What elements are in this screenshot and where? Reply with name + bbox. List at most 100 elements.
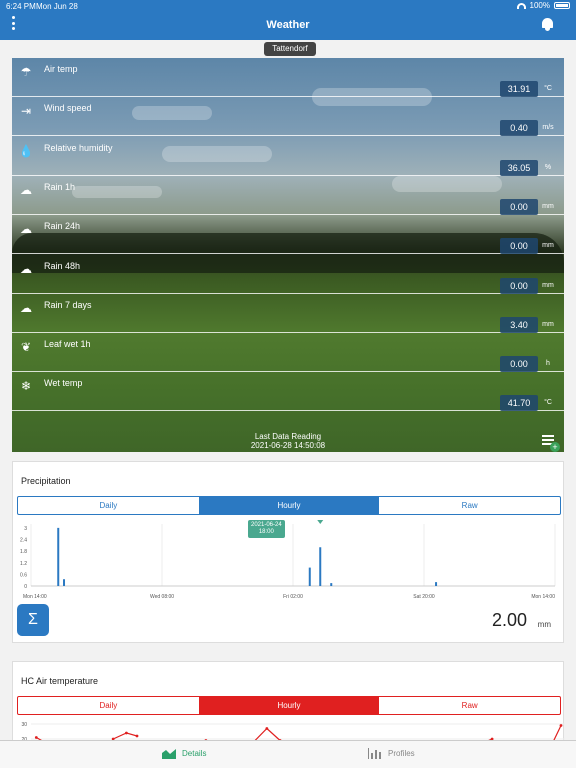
- bottom-tab-bar: Details Profiles: [0, 740, 576, 768]
- y-tick-label: 1.8: [20, 549, 27, 555]
- tooltip-pointer: [317, 520, 324, 524]
- sum-button[interactable]: Σ: [17, 604, 49, 636]
- wifi-icon: [516, 2, 526, 9]
- tab-raw[interactable]: Raw: [379, 697, 560, 714]
- sensor-label: Wind speed: [44, 103, 92, 114]
- precipitation-card: Precipitation Daily Hourly Raw 3 2.4 1.8 1.…: [12, 461, 564, 643]
- precipitation-bar: [330, 583, 333, 586]
- x-tick-label: Wed 08:00: [150, 594, 174, 600]
- rain-cloud-icon: ☁: [20, 300, 32, 315]
- sensor-row[interactable]: ❦ Leaf wet 1h 0.00 h: [12, 333, 564, 373]
- sensor-unit: mm: [542, 320, 554, 328]
- sensor-row[interactable]: ☁ Rain 1h 0.00 mm: [12, 176, 564, 215]
- y-tick-label: 2.4: [20, 538, 27, 544]
- y-tick-label: 0: [24, 584, 27, 590]
- sensor-row[interactable]: 💧 Relative humidity 36.05%: [12, 137, 564, 176]
- tab-details[interactable]: Details: [162, 748, 206, 759]
- app-header: 6:24 PM Mon Jun 28 100% Weather: [0, 0, 576, 40]
- sensor-value: 31.91: [500, 81, 538, 97]
- precipitation-unit: mm: [537, 620, 551, 629]
- y-tick-label: 3: [24, 526, 27, 532]
- precipitation-total: 2.00: [491, 610, 527, 630]
- sensor-unit: mm: [542, 242, 554, 250]
- tab-daily[interactable]: Daily: [18, 697, 199, 714]
- sensor-label: Relative humidity: [44, 142, 113, 153]
- status-date: Mon Jun 28: [36, 2, 78, 11]
- tab-daily[interactable]: Daily: [18, 497, 199, 514]
- sensor-row[interactable]: ☁ Rain 7 days 3.40 mm: [12, 294, 564, 333]
- leaf-icon: ❦: [20, 340, 32, 355]
- sensor-value: 0.00: [500, 356, 538, 373]
- sensor-unit: h: [546, 360, 550, 368]
- temperature-line: [112, 732, 138, 740]
- tab-raw[interactable]: Raw: [379, 497, 560, 514]
- sensor-label: Leaf wet 1h: [44, 339, 91, 350]
- precipitation-bar: [435, 582, 438, 586]
- x-tick-label: Sat 20:00: [413, 594, 435, 600]
- sensor-unit: mm: [542, 281, 554, 289]
- tab-hourly[interactable]: Hourly: [198, 497, 380, 514]
- precipitation-interval-tabs: Daily Hourly Raw: [17, 496, 561, 515]
- sensor-unit: %: [544, 163, 552, 171]
- sensor-label: Rain 1h: [44, 181, 76, 192]
- y-tick-label: 30: [21, 722, 27, 728]
- sensor-label: Air temp: [44, 64, 78, 74]
- add-sensor-icon[interactable]: +: [542, 434, 560, 452]
- wet-temp-icon: ❄: [20, 379, 32, 394]
- sensor-unit: mm: [542, 202, 554, 210]
- sensor-value: 36.05: [500, 159, 538, 176]
- battery-percent: 100%: [529, 1, 550, 10]
- x-tick-label: Fri 02:00: [283, 594, 303, 600]
- sensor-row[interactable]: ⇥ Wind speed 0.40 m/s: [12, 97, 564, 137]
- air-temperature-card: HC Air temperature Daily Hourly Raw 3020: [12, 661, 565, 742]
- y-tick-label: 1.2: [20, 561, 27, 567]
- last-data-reading: Last Data Reading 2021-06-28 14:50:08: [12, 432, 564, 450]
- precipitation-bar: [63, 579, 66, 586]
- bar-chart-icon: [368, 748, 381, 759]
- thermometer-icon: ☂: [20, 65, 32, 79]
- status-time: 6:24 PM: [6, 2, 36, 11]
- tab-hourly[interactable]: Hourly: [198, 697, 380, 714]
- sensor-unit: m/s: [542, 124, 554, 132]
- tooltip-time: 18:00: [258, 529, 274, 535]
- sensor-row[interactable]: ☁ Rain 48h 0.00 mm: [12, 255, 564, 294]
- status-bar: 6:24 PM Mon Jun 28 100%: [0, 0, 576, 12]
- air-temperature-chart[interactable]: 3020: [13, 718, 565, 742]
- tab-profiles-label: Profiles: [388, 749, 415, 758]
- precipitation-title: Precipitation: [21, 476, 71, 486]
- precipitation-chart[interactable]: 3 2.4 1.8 1.2 0.6 0 Mon 14:00 Wed 08:00 Fri 02:0…: [13, 518, 565, 602]
- precipitation-bar: [308, 567, 311, 586]
- sensor-value: 0.00: [500, 238, 538, 255]
- x-tick-label: Mon 14:00: [23, 594, 47, 600]
- bell-icon[interactable]: [541, 17, 554, 31]
- sensor-unit: °C: [544, 85, 552, 92]
- humidity-drop-icon: 💧: [18, 143, 34, 158]
- sensor-value: 3.40: [500, 316, 538, 333]
- air-temp-title: HC Air temperature: [21, 676, 99, 686]
- battery-icon: [554, 2, 570, 9]
- sensor-value: 41.70: [500, 395, 538, 412]
- sensor-label: Wet temp: [44, 378, 83, 389]
- sensor-row[interactable]: ❄ Wet temp 41.70 °C: [12, 372, 564, 412]
- station-name[interactable]: Tattendorf: [264, 42, 316, 56]
- sensor-label: Rain 24h: [44, 221, 81, 232]
- rain-cloud-icon: ☁: [20, 261, 32, 276]
- last-reading-label: Last Data Reading: [254, 432, 322, 441]
- precipitation-bar: [319, 547, 322, 586]
- sensor-row[interactable]: ☁ Rain 24h 0.00 mm: [12, 215, 564, 255]
- precipitation-bar: [57, 527, 60, 586]
- sensor-unit: °C: [544, 399, 552, 407]
- tooltip-date: 2021-06-24: [251, 522, 282, 528]
- air-temp-interval-tabs: Daily Hourly Raw: [17, 696, 561, 715]
- last-reading-timestamp: 2021-06-28 14:50:08: [250, 441, 326, 450]
- sensor-value: 0.00: [500, 277, 538, 294]
- tab-profiles[interactable]: Profiles: [368, 748, 415, 759]
- sensor-label: Rain 7 days: [44, 299, 92, 310]
- sensor-row[interactable]: ☂ Air temp 31.91 °C: [12, 58, 564, 97]
- tab-details-label: Details: [182, 749, 207, 758]
- rain-cloud-icon: ☁: [20, 222, 32, 237]
- page-title: Weather: [266, 19, 310, 31]
- y-tick-label: 0.6: [20, 572, 27, 578]
- area-chart-icon: [162, 749, 176, 759]
- windsock-icon: ⇥: [20, 104, 32, 119]
